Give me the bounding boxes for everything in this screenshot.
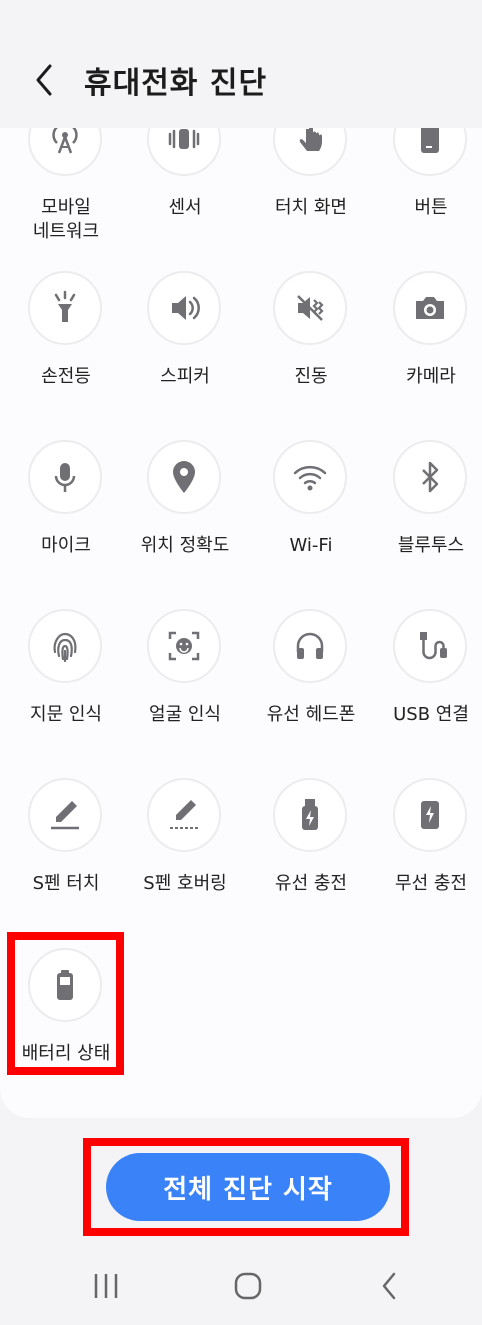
highlight-box-start: [83, 1138, 409, 1236]
spen-hover-icon: [170, 800, 198, 829]
test-label: 터치 화면: [275, 197, 347, 218]
test-flashlight[interactable]: 손전등: [6, 271, 126, 441]
test-wired-charging[interactable]: 유선 충전: [251, 778, 371, 948]
nav-back-icon: [382, 1272, 396, 1300]
phone-button-icon: [421, 128, 439, 153]
test-label: 얼굴 인식: [149, 704, 221, 725]
location-icon: [173, 461, 195, 493]
flashlight-icon: [54, 290, 76, 322]
test-label: 지문 인식: [30, 704, 102, 725]
system-nav-bar: [0, 1250, 482, 1325]
sensor-icon: [168, 129, 200, 149]
test-bluetooth[interactable]: 블루투스: [371, 440, 482, 610]
test-label: 손전등: [41, 366, 91, 387]
speaker-icon: [172, 296, 200, 320]
test-fingerprint[interactable]: 지문 인식: [6, 609, 126, 779]
test-location[interactable]: 위치 정확도: [125, 440, 245, 610]
test-label: S펜 호버링: [143, 873, 227, 894]
spen-icon: [51, 801, 79, 830]
test-label: 모바일 네트워크: [32, 197, 100, 242]
test-buttons[interactable]: 버튼: [371, 128, 482, 272]
test-touch-screen[interactable]: 터치 화면: [251, 128, 371, 272]
app-header: 휴대전화 진단: [0, 0, 482, 128]
vibration-icon: [297, 295, 324, 321]
test-label: S펜 터치: [32, 873, 100, 894]
test-vibration[interactable]: 진동: [251, 271, 371, 441]
test-spen-touch[interactable]: S펜 터치: [6, 778, 126, 948]
test-label: 버튼: [414, 197, 448, 218]
home-icon: [234, 1272, 262, 1300]
back-button[interactable]: [30, 60, 64, 100]
wireless-charge-icon: [421, 801, 439, 829]
wifi-icon: [293, 465, 327, 491]
test-sensor[interactable]: 센서: [125, 128, 245, 272]
bluetooth-icon: [422, 461, 439, 493]
test-label: USB 연결: [393, 704, 469, 725]
test-label: 스피커: [160, 366, 210, 387]
test-speaker[interactable]: 스피커: [125, 271, 245, 441]
test-spen-hovering[interactable]: S펜 호버링: [125, 778, 245, 948]
highlight-box-battery: [7, 932, 124, 1075]
test-label: 유선 충전: [275, 873, 347, 894]
camera-icon: [416, 297, 444, 319]
test-label: 카메라: [406, 366, 456, 387]
test-microphone[interactable]: 마이크: [6, 440, 126, 610]
test-mobile-network[interactable]: 모바일 네트워크: [6, 128, 126, 272]
test-wired-headphones[interactable]: 유선 헤드폰: [251, 609, 371, 779]
face-icon: [168, 631, 200, 661]
test-face-recognition[interactable]: 얼굴 인식: [125, 609, 245, 779]
fingerprint-icon: [53, 632, 77, 663]
test-label: 진동: [294, 366, 328, 387]
test-label: 블루투스: [397, 535, 465, 556]
touch-icon: [299, 128, 322, 151]
test-label: 센서: [168, 197, 202, 218]
test-camera[interactable]: 카메라: [371, 271, 482, 441]
test-usb-connection[interactable]: USB 연결: [371, 609, 482, 779]
headphones-icon: [296, 632, 324, 659]
mic-icon: [54, 463, 76, 492]
test-label: 위치 정확도: [140, 535, 230, 556]
test-wireless-charging[interactable]: 무선 충전: [371, 778, 482, 948]
antenna-icon: [52, 128, 78, 154]
home-button[interactable]: [228, 1266, 268, 1306]
usb-charge-icon: [302, 799, 318, 830]
nav-back-button[interactable]: [370, 1266, 410, 1306]
back-arrow-icon: [36, 64, 52, 96]
recents-icon: [94, 1274, 118, 1298]
test-label: 마이크: [41, 535, 91, 556]
usb-cable-icon: [420, 632, 447, 660]
recents-button[interactable]: [86, 1266, 126, 1306]
test-label: 무선 충전: [395, 873, 467, 894]
test-label: Wi-Fi: [289, 535, 333, 556]
page-title: 휴대전화 진단: [84, 66, 268, 101]
test-wifi[interactable]: Wi-Fi: [251, 440, 371, 610]
test-label: 유선 헤드폰: [266, 704, 356, 725]
